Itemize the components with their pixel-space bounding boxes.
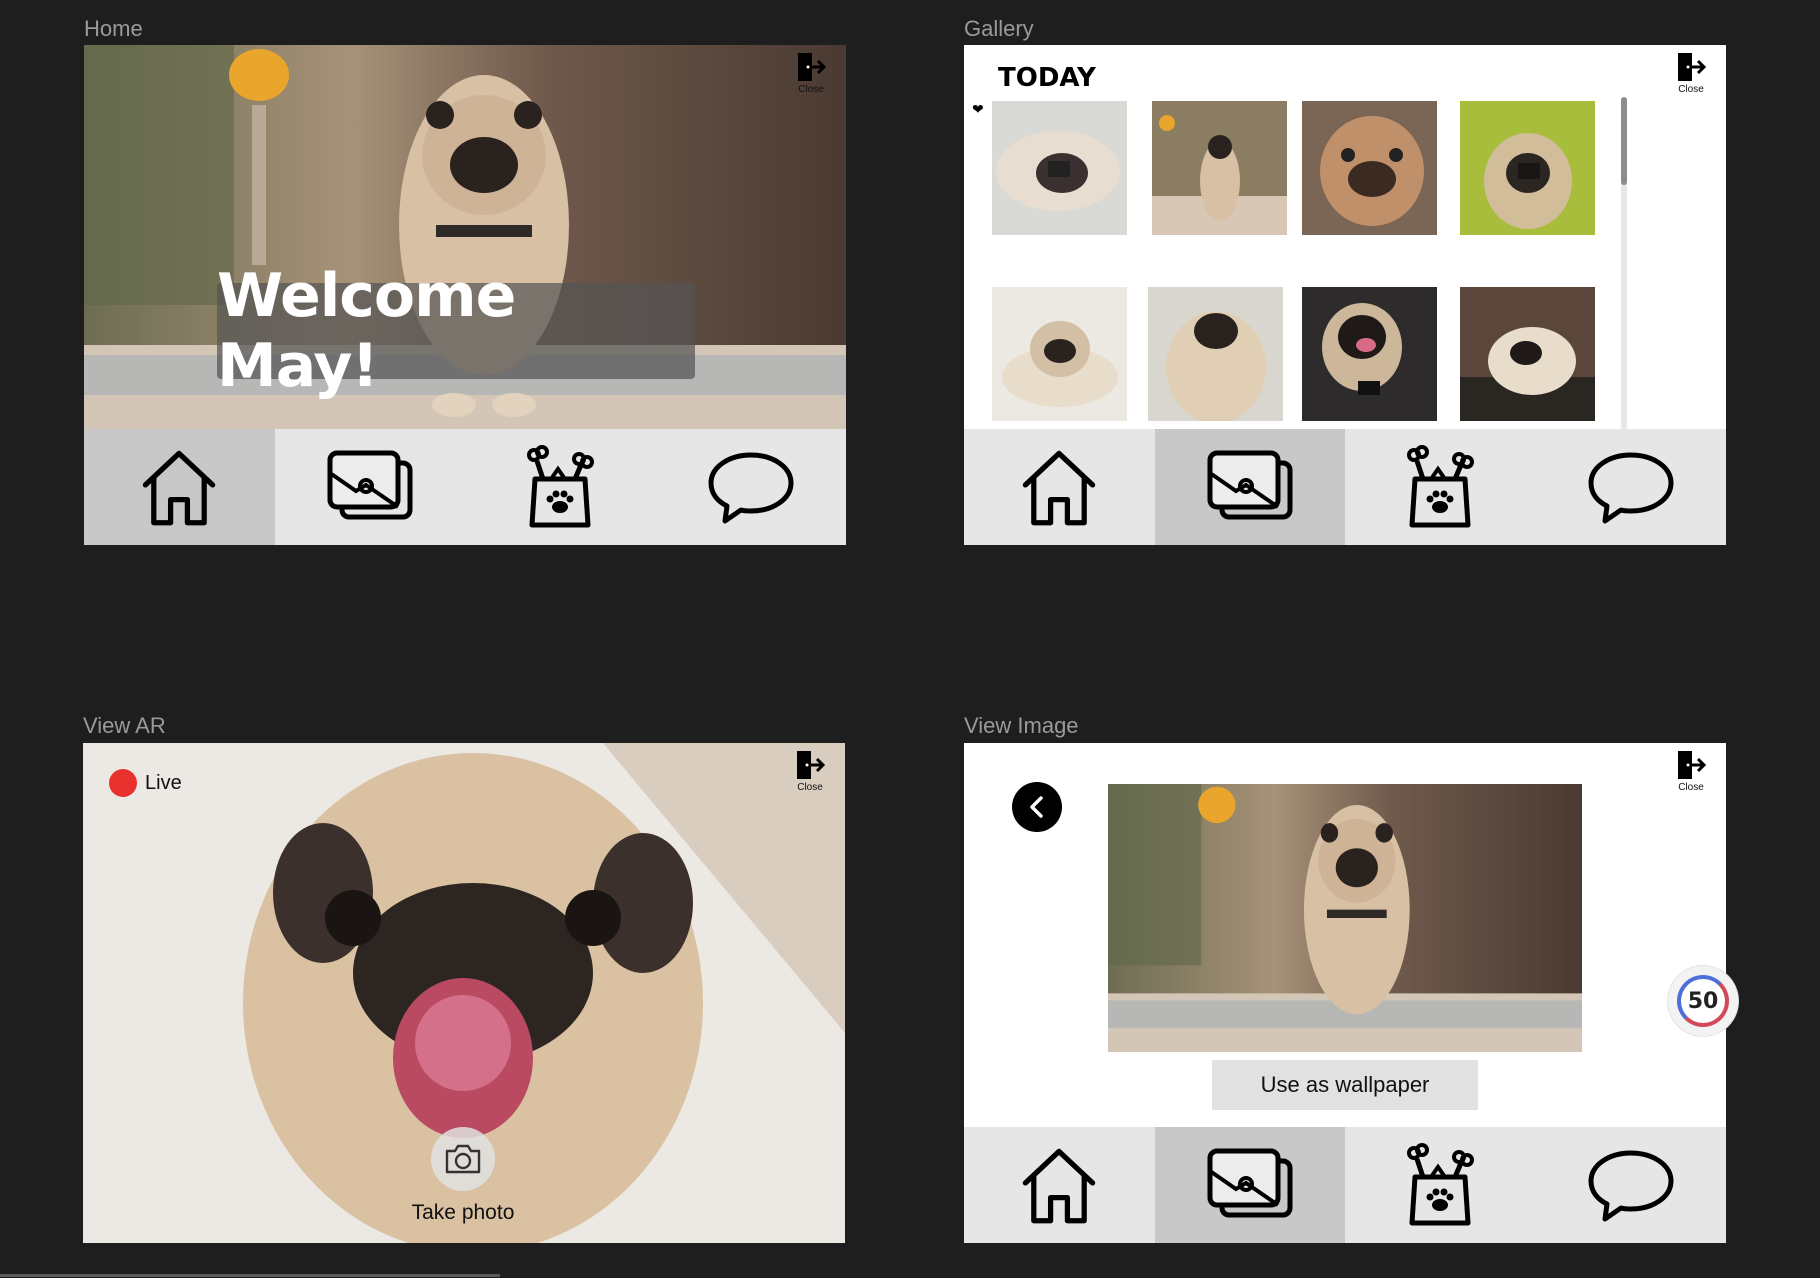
nav-home[interactable] bbox=[964, 1127, 1155, 1243]
camera-icon bbox=[445, 1144, 481, 1174]
close-button[interactable]: Close bbox=[785, 749, 835, 793]
live-label: Live bbox=[145, 771, 182, 794]
frame-label-view-ar: View AR bbox=[83, 713, 166, 738]
bottom-nav bbox=[964, 429, 1726, 545]
gallery-thumb[interactable] bbox=[992, 287, 1127, 421]
frame-label-view-image: View Image bbox=[964, 713, 1079, 738]
close-label: Close bbox=[797, 782, 823, 793]
take-photo-button[interactable] bbox=[431, 1127, 495, 1191]
close-button[interactable]: Close bbox=[1666, 749, 1716, 793]
home-screen: Welcome May! Close bbox=[84, 45, 846, 545]
back-button[interactable] bbox=[1012, 782, 1062, 832]
gallery-thumb[interactable] bbox=[1302, 287, 1437, 421]
nav-pet-food[interactable] bbox=[465, 429, 656, 545]
live-dot-icon bbox=[109, 769, 137, 797]
bottom-nav bbox=[84, 429, 846, 545]
nav-home[interactable] bbox=[964, 429, 1155, 545]
nav-gallery[interactable] bbox=[1154, 429, 1345, 545]
nav-chat[interactable] bbox=[1536, 429, 1727, 545]
close-label: Close bbox=[1678, 84, 1704, 95]
gallery-thumb[interactable] bbox=[1460, 287, 1595, 421]
canvas-scrollbar[interactable] bbox=[0, 1274, 500, 1277]
selected-pug-image bbox=[1108, 784, 1582, 1052]
exit-door-icon bbox=[1675, 51, 1707, 83]
heart-icon: ❤ bbox=[972, 101, 984, 117]
use-as-wallpaper-button[interactable]: Use as wallpaper bbox=[1212, 1060, 1478, 1110]
close-label: Close bbox=[1678, 782, 1704, 793]
close-button[interactable]: Close bbox=[786, 51, 836, 95]
badge-value: 50 bbox=[1677, 975, 1729, 1027]
nav-pet-food[interactable] bbox=[1345, 429, 1536, 545]
gallery-screen: TODAY ❤ Close bbox=[964, 45, 1726, 545]
nav-home[interactable] bbox=[84, 429, 275, 545]
gallery-thumb[interactable] bbox=[1152, 101, 1287, 235]
take-photo-label: Take photo bbox=[411, 1201, 515, 1224]
gallery-thumb[interactable] bbox=[1148, 287, 1283, 421]
nav-chat[interactable] bbox=[1536, 1127, 1727, 1243]
gallery-thumb[interactable] bbox=[1302, 101, 1437, 235]
view-image-screen: Use as wallpaper Close bbox=[964, 743, 1726, 1243]
gallery-icon bbox=[1206, 447, 1294, 527]
scrollbar-thumb[interactable] bbox=[1621, 97, 1627, 185]
live-indicator: Live bbox=[109, 769, 182, 797]
close-button[interactable]: Close bbox=[1666, 51, 1716, 95]
exit-door-icon bbox=[795, 51, 827, 83]
gallery-icon bbox=[326, 447, 414, 527]
welcome-banner: Welcome May! bbox=[217, 261, 695, 401]
nav-pet-food[interactable] bbox=[1345, 1127, 1536, 1243]
bottom-nav bbox=[964, 1127, 1726, 1243]
frame-label-home: Home bbox=[84, 16, 143, 41]
chat-icon bbox=[1585, 447, 1677, 527]
pet-food-icon bbox=[1405, 441, 1475, 533]
exit-door-icon bbox=[1675, 749, 1707, 781]
section-title: TODAY bbox=[998, 63, 1096, 93]
ar-screen: Live Take photo Close bbox=[83, 743, 845, 1243]
chevron-left-icon bbox=[1030, 796, 1043, 818]
pet-food-icon bbox=[525, 441, 595, 533]
gallery-icon bbox=[1206, 1145, 1294, 1225]
home-icon bbox=[1017, 1143, 1101, 1227]
pet-food-icon bbox=[1405, 1139, 1475, 1231]
gallery-thumb[interactable] bbox=[992, 101, 1127, 235]
nav-gallery[interactable] bbox=[1154, 1127, 1345, 1243]
gallery-thumb[interactable] bbox=[1460, 101, 1595, 235]
exit-door-icon bbox=[794, 749, 826, 781]
gallery-scrollbar[interactable] bbox=[1621, 97, 1627, 429]
home-icon bbox=[1017, 445, 1101, 529]
nav-chat[interactable] bbox=[656, 429, 847, 545]
nav-gallery[interactable] bbox=[275, 429, 466, 545]
floating-counter-badge[interactable]: 50 bbox=[1668, 966, 1738, 1036]
chat-icon bbox=[1585, 1145, 1677, 1225]
chat-icon bbox=[705, 447, 797, 527]
home-icon bbox=[137, 445, 221, 529]
close-label: Close bbox=[798, 84, 824, 95]
welcome-text: Welcome May! bbox=[217, 261, 516, 401]
frame-label-gallery: Gallery bbox=[964, 16, 1034, 41]
